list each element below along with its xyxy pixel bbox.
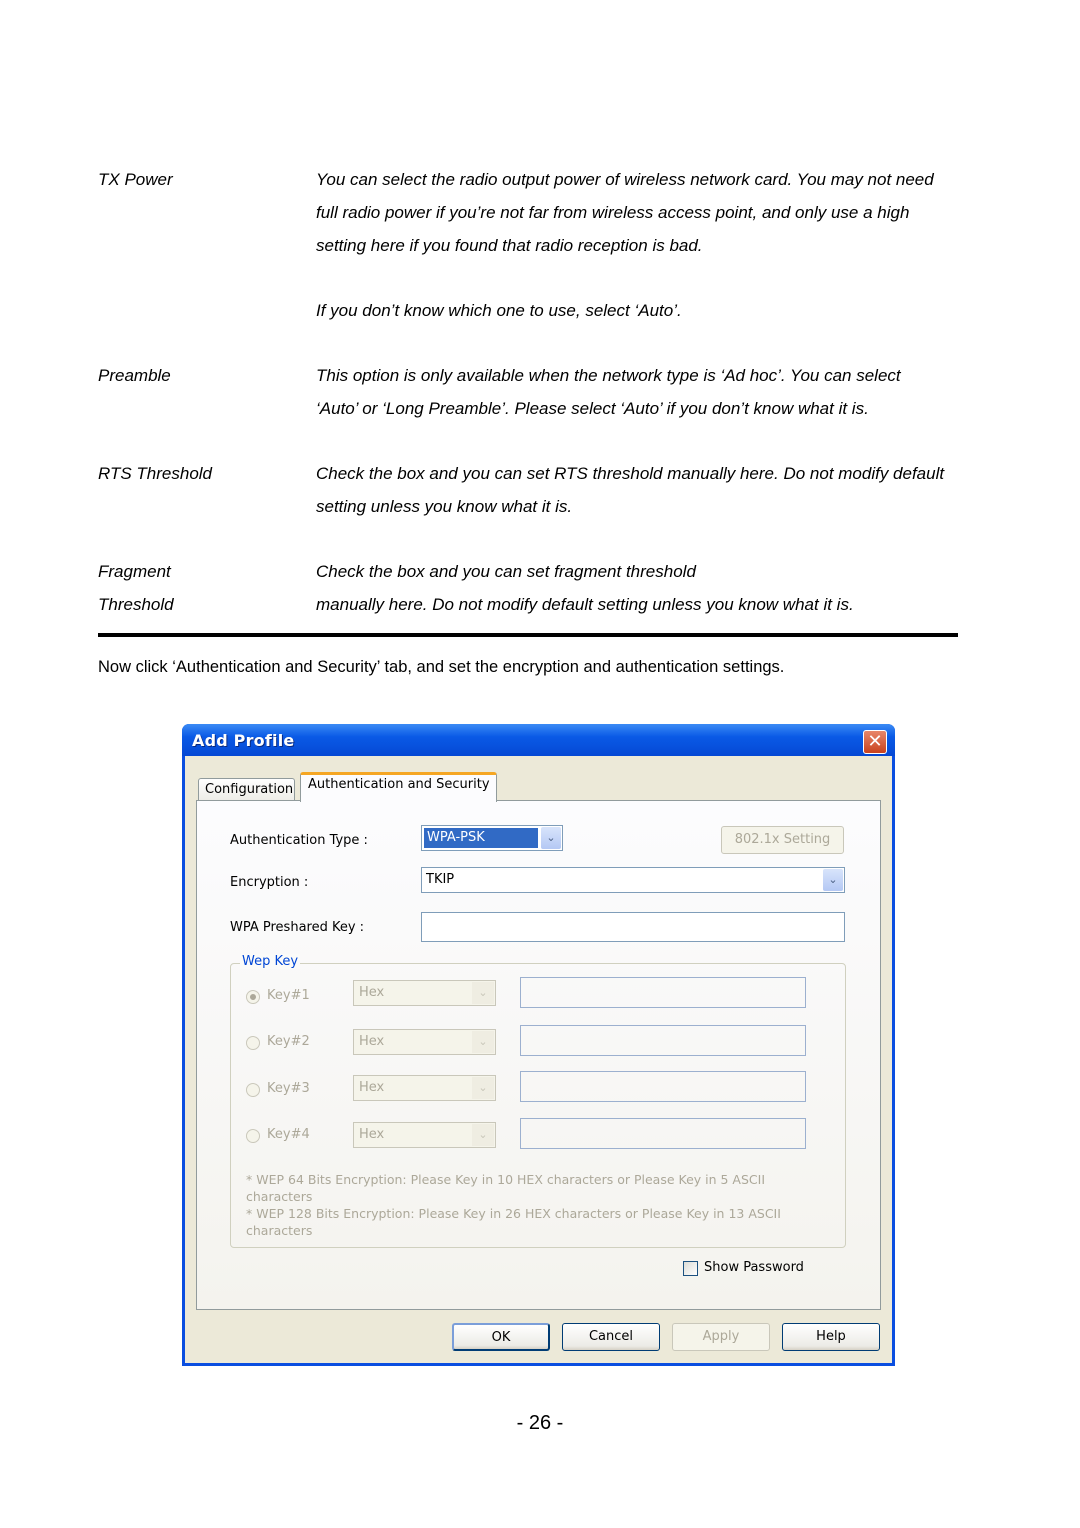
desc-line: setting here if you found that radio rec…	[316, 236, 703, 255]
term-label: RTS Threshold	[98, 464, 213, 483]
term-description: Check the box and you can set fragment t…	[316, 555, 996, 621]
desc-line: You can select the radio output power of…	[316, 170, 934, 189]
close-icon: ✕	[867, 731, 883, 752]
key2-radio[interactable]	[246, 1036, 260, 1050]
desc-line: This option is only available when the n…	[316, 366, 901, 385]
desc-line: ‘Auto’ or ‘Long Preamble’. Please select…	[316, 399, 869, 418]
apply-button[interactable]: Apply	[672, 1323, 770, 1351]
wep-encryption-notes: * WEP 64 Bits Encryption: Please Key in …	[246, 1171, 781, 1239]
key4-format-value: Hex	[359, 1127, 385, 1142]
term-line: Threshold	[98, 595, 174, 614]
tab-panel: Authentication Type : WPA-PSK ⌄ 802.1x S…	[196, 800, 881, 1310]
term-line: Fragment	[98, 562, 171, 581]
auth-type-label: Authentication Type :	[230, 833, 368, 848]
chevron-down-icon: ⌄	[541, 827, 561, 849]
8021x-setting-button[interactable]: 802.1x Setting	[721, 826, 844, 854]
key2-format-value: Hex	[359, 1034, 385, 1049]
term-label: Fragment Threshold	[98, 555, 174, 621]
key1-label: Key#1	[267, 988, 310, 1003]
term-label: Preamble	[98, 366, 171, 385]
term-label: TX Power	[98, 170, 173, 189]
auth-type-select[interactable]: WPA-PSK ⌄	[421, 825, 563, 851]
key3-format-select[interactable]: Hex ⌄	[353, 1075, 496, 1101]
help-button[interactable]: Help	[782, 1323, 880, 1351]
key2-format-select[interactable]: Hex ⌄	[353, 1029, 496, 1055]
desc-line: setting unless you know what it is.	[316, 497, 573, 516]
tab-authentication-security[interactable]: Authentication and Security	[300, 772, 497, 802]
intro-paragraph: Now click ‘Authentication and Security’ …	[98, 658, 785, 676]
chevron-down-icon: ⌄	[823, 869, 843, 891]
key3-input[interactable]	[520, 1071, 806, 1102]
key4-format-select[interactable]: Hex ⌄	[353, 1122, 496, 1148]
key4-label: Key#4	[267, 1127, 310, 1142]
close-button[interactable]: ✕	[863, 730, 887, 754]
chevron-down-icon: ⌄	[472, 1124, 494, 1146]
add-profile-dialog: Add Profile ✕ Configuration Authenticati…	[182, 724, 895, 1366]
term-description: You can select the radio output power of…	[316, 163, 996, 327]
key3-format-value: Hex	[359, 1080, 385, 1095]
key1-radio[interactable]	[246, 990, 260, 1004]
section-divider	[98, 633, 958, 637]
key4-input[interactable]	[520, 1118, 806, 1149]
key4-radio[interactable]	[246, 1129, 260, 1143]
ok-button[interactable]: OK	[452, 1323, 550, 1351]
dialog-client-area: Configuration Authentication and Securit…	[185, 756, 892, 1363]
chevron-down-icon: ⌄	[472, 982, 494, 1004]
chevron-down-icon: ⌄	[472, 1077, 494, 1099]
page-number: - 26 -	[516, 1412, 564, 1434]
key1-format-select[interactable]: Hex ⌄	[353, 980, 496, 1006]
key3-label: Key#3	[267, 1081, 310, 1096]
desc-line: full radio power if you’re not far from …	[316, 203, 910, 222]
note-line: * WEP 128 Bits Encryption: Please Key in…	[246, 1206, 781, 1221]
chevron-down-icon: ⌄	[472, 1031, 494, 1053]
title-bar[interactable]: Add Profile ✕	[182, 724, 895, 756]
key2-label: Key#2	[267, 1034, 310, 1049]
note-line: characters	[246, 1189, 313, 1204]
wep-key-group: Wep Key Key#1 Hex ⌄ Key#2 Hex ⌄ Key#3 He…	[230, 954, 846, 1248]
encryption-label: Encryption :	[230, 875, 309, 890]
encryption-value: TKIP	[426, 872, 455, 887]
dialog-title: Add Profile	[192, 731, 295, 750]
show-password-checkbox[interactable]	[683, 1261, 698, 1276]
term-description: Check the box and you can set RTS thresh…	[316, 457, 996, 523]
key1-input[interactable]	[520, 977, 806, 1008]
show-password-label: Show Password	[704, 1260, 804, 1275]
desc-line: If you don’t know which one to use, sele…	[316, 301, 682, 320]
key3-radio[interactable]	[246, 1083, 260, 1097]
cancel-button[interactable]: Cancel	[562, 1323, 660, 1351]
desc-line: Check the box and you can set RTS thresh…	[316, 464, 945, 483]
preshared-key-label: WPA Preshared Key :	[230, 920, 365, 935]
desc-line: Check the box and you can set fragment t…	[316, 562, 696, 581]
tab-configuration[interactable]: Configuration	[198, 778, 295, 802]
note-line: characters	[246, 1223, 313, 1238]
preshared-key-input[interactable]	[421, 912, 845, 942]
encryption-select[interactable]: TKIP ⌄	[421, 867, 845, 893]
wep-key-legend: Wep Key	[240, 954, 301, 969]
term-description: This option is only available when the n…	[316, 359, 996, 425]
key1-format-value: Hex	[359, 985, 385, 1000]
desc-line: manually here. Do not modify default set…	[316, 595, 854, 614]
note-line: * WEP 64 Bits Encryption: Please Key in …	[246, 1172, 766, 1187]
auth-type-value: WPA-PSK	[424, 828, 538, 848]
key2-input[interactable]	[520, 1025, 806, 1056]
